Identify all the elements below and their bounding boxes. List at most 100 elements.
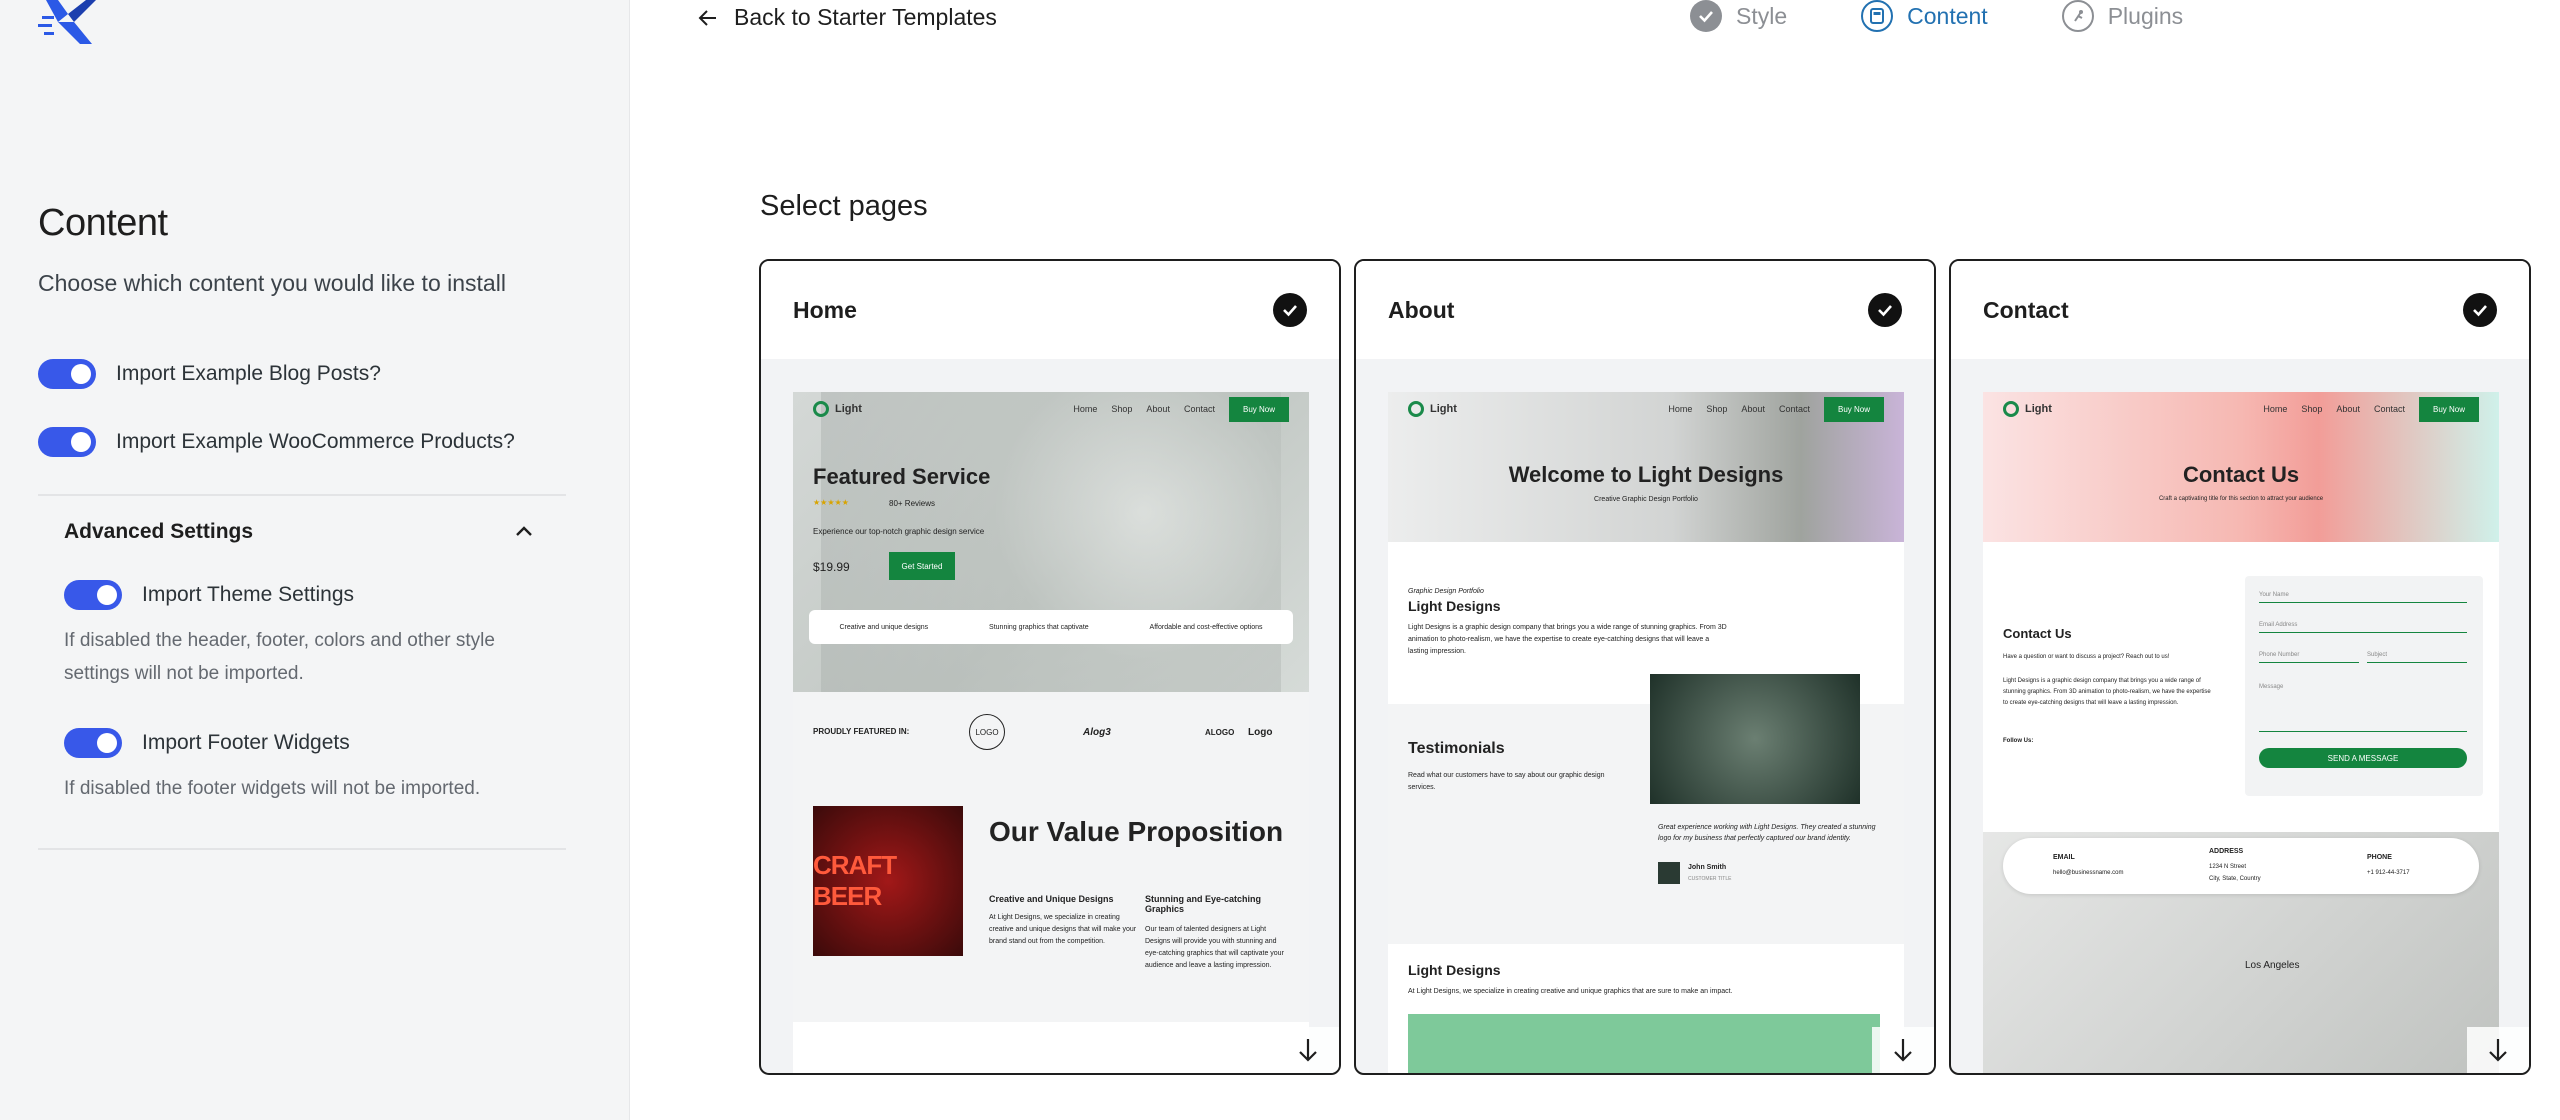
hero-cta: Get Started: [889, 552, 955, 580]
value-col2-text: Our team of talented designers at Light …: [1145, 926, 1284, 969]
back-label: Back to Starter Templates: [734, 4, 997, 30]
testimonial-quote: Great experience working with Light Desi…: [1658, 824, 1876, 842]
address-label: ADDRESS: [2209, 848, 2244, 855]
footer-widgets-label: Import Footer Widgets: [142, 731, 350, 754]
address-value-2: City, State, Country: [2209, 876, 2261, 882]
contact-preview: Light Home Shop About Contact Buy Now Contac…: [1983, 392, 2499, 1073]
plugin-icon: [2061, 0, 2094, 32]
featured-in-label: PROUDLY FEATURED IN:: [813, 727, 910, 736]
form-field-message: Message: [2259, 684, 2467, 732]
back-to-starter-templates-link[interactable]: Back to Starter Templates: [696, 4, 997, 31]
preview-brand: Light: [813, 401, 862, 417]
theme-settings-toggle[interactable]: [64, 580, 122, 610]
select-pages-heading: Select pages: [760, 190, 928, 222]
selected-check-icon[interactable]: [1273, 293, 1307, 327]
selected-check-icon[interactable]: [2463, 293, 2497, 327]
about-hero-subtitle: Creative Graphic Design Portfolio: [1594, 496, 1698, 503]
app-root: Content Choose which content you would l…: [0, 0, 2560, 1120]
rating-stars: ★★★★★: [813, 498, 849, 507]
card-title: About: [1388, 296, 1455, 323]
scroll-preview-button[interactable]: [1872, 1027, 1934, 1073]
wizard-steps: Style Content Plugins: [1690, 0, 2183, 32]
check-circle-icon: [1690, 0, 1722, 32]
page-card-about[interactable]: About Light Home Shop About Contact Buy Now …: [1354, 259, 1936, 1075]
home-preview: Light Home Shop About Contact Buy Now Featur…: [793, 392, 1309, 1073]
card-header: Home: [761, 261, 1339, 359]
card-title: Home: [793, 296, 857, 323]
scroll-preview-button[interactable]: [2467, 1027, 2529, 1073]
footer-widgets-help: If disabled the footer widgets will not …: [64, 778, 481, 799]
content-subtitle: Choose which content you would like to i…: [38, 270, 506, 296]
theme-settings-label: Import Theme Settings: [142, 583, 355, 606]
features-bar: Creative and unique designs Stunning grap…: [809, 610, 1293, 644]
form-field-phone: Phone Number: [2259, 652, 2359, 663]
about-kicker: Graphic Design Portfolio: [1408, 588, 1484, 595]
logo-alog3: Alog3: [1083, 727, 1111, 738]
logo-alogo: ALOGO: [1205, 728, 1235, 737]
testimonials-title: Testimonials: [1408, 740, 1505, 757]
hero-flowers-image: [821, 392, 1281, 692]
testimonial-role: CUSTOMER TITLE: [1688, 876, 1732, 882]
step-style[interactable]: Style: [1690, 0, 1787, 32]
map-city-label: Los Angeles: [2245, 960, 2300, 971]
testimonials-text: Read what our customers have to say abou…: [1408, 772, 1605, 791]
about-footer-title: Light Designs: [1408, 962, 1501, 978]
green-illustration: [1408, 1014, 1880, 1073]
arrow-left-icon: [698, 9, 716, 26]
divider: [38, 848, 566, 850]
divider: [38, 494, 566, 496]
value-col1-text: At Light Designs, we specialize in creat…: [989, 914, 1137, 945]
about-preview: Light Home Shop About Contact Buy Now Welcom…: [1388, 392, 1904, 1073]
craft-beer-image: CRAFT BEER: [813, 806, 963, 956]
arrow-down-icon: [1894, 1039, 1912, 1062]
brand-logo-icon: [38, 0, 96, 44]
card-header: Contact: [1951, 261, 2529, 359]
page-card-home[interactable]: Home Light Home Shop About Contact Buy Now F…: [759, 259, 1341, 1075]
scroll-preview-button[interactable]: [1277, 1027, 1339, 1073]
contact-hero-subtitle: Craft a captivating title for this secti…: [2158, 496, 2324, 502]
flowers-image: [1650, 674, 1860, 804]
footer-widgets-toggle[interactable]: [64, 728, 122, 758]
blog-posts-label: Import Example Blog Posts?: [116, 362, 381, 385]
follow-label: Follow Us:: [2003, 738, 2034, 744]
preview-nav: Light Home Shop About Contact Buy Now: [793, 392, 1309, 426]
send-message-button: SEND A MESSAGE: [2259, 748, 2467, 768]
chevron-up-icon[interactable]: [514, 522, 534, 542]
contact-section-text2: Light Designs is a graphic design compan…: [2003, 678, 2211, 706]
hero-title: Featured Service: [813, 464, 991, 489]
arrow-down-icon: [2489, 1039, 2507, 1062]
sidebar: Content Choose which content you would l…: [0, 0, 630, 1120]
email-value: hello@businessname.com: [2053, 870, 2124, 876]
hero-price: $19.99: [813, 560, 850, 574]
woocommerce-products-label: Import Example WooCommerce Products?: [116, 430, 515, 453]
hero-text: Experience our top-notch graphic design …: [813, 527, 985, 536]
form-field-subject: Subject: [2367, 652, 2467, 663]
step-style-label: Style: [1736, 2, 1788, 29]
logo-circle: Logo: [1248, 727, 1273, 738]
preview-nav: Light Home Shop About Contact Buy Now: [1388, 392, 1904, 426]
step-content[interactable]: Content: [1861, 0, 1988, 32]
content-heading: Content: [38, 202, 168, 244]
value-title: Our Value Proposition: [989, 816, 1284, 847]
avatar: [1658, 862, 1680, 884]
advanced-settings-title: Advanced Settings: [64, 520, 254, 543]
advanced-settings-header[interactable]: Advanced Settings: [64, 520, 534, 544]
footer-widgets-toggle-row: Import Footer Widgets: [64, 728, 350, 758]
about-footer-text: At Light Designs, we specialize in creat…: [1408, 988, 1733, 995]
card-title: Contact: [1983, 296, 2069, 323]
page-card-contact[interactable]: Contact Light Home Shop About Contact Buy No…: [1949, 259, 2531, 1075]
woocommerce-products-toggle[interactable]: [38, 427, 96, 457]
reviews-count: 80+ Reviews: [889, 499, 936, 508]
phone-value: +1 912-44-3717: [2367, 870, 2410, 876]
about-hero-title: Welcome to Light Designs: [1508, 462, 1784, 487]
step-plugins[interactable]: Plugins: [2061, 0, 2183, 32]
selected-check-icon[interactable]: [1868, 293, 1902, 327]
blog-posts-toggle[interactable]: [38, 359, 96, 389]
value-col2-title: Stunning and Eye-catching Graphics: [1145, 894, 1262, 914]
form-field-email: Email Address: [2259, 622, 2467, 633]
theme-settings-help: If disabled the header, footer, colors a…: [64, 630, 495, 684]
address-value-1: 1234 N Street: [2209, 864, 2247, 870]
card-header: About: [1356, 261, 1934, 359]
phone-label: PHONE: [2367, 854, 2392, 861]
theme-settings-toggle-row: Import Theme Settings: [64, 580, 354, 610]
